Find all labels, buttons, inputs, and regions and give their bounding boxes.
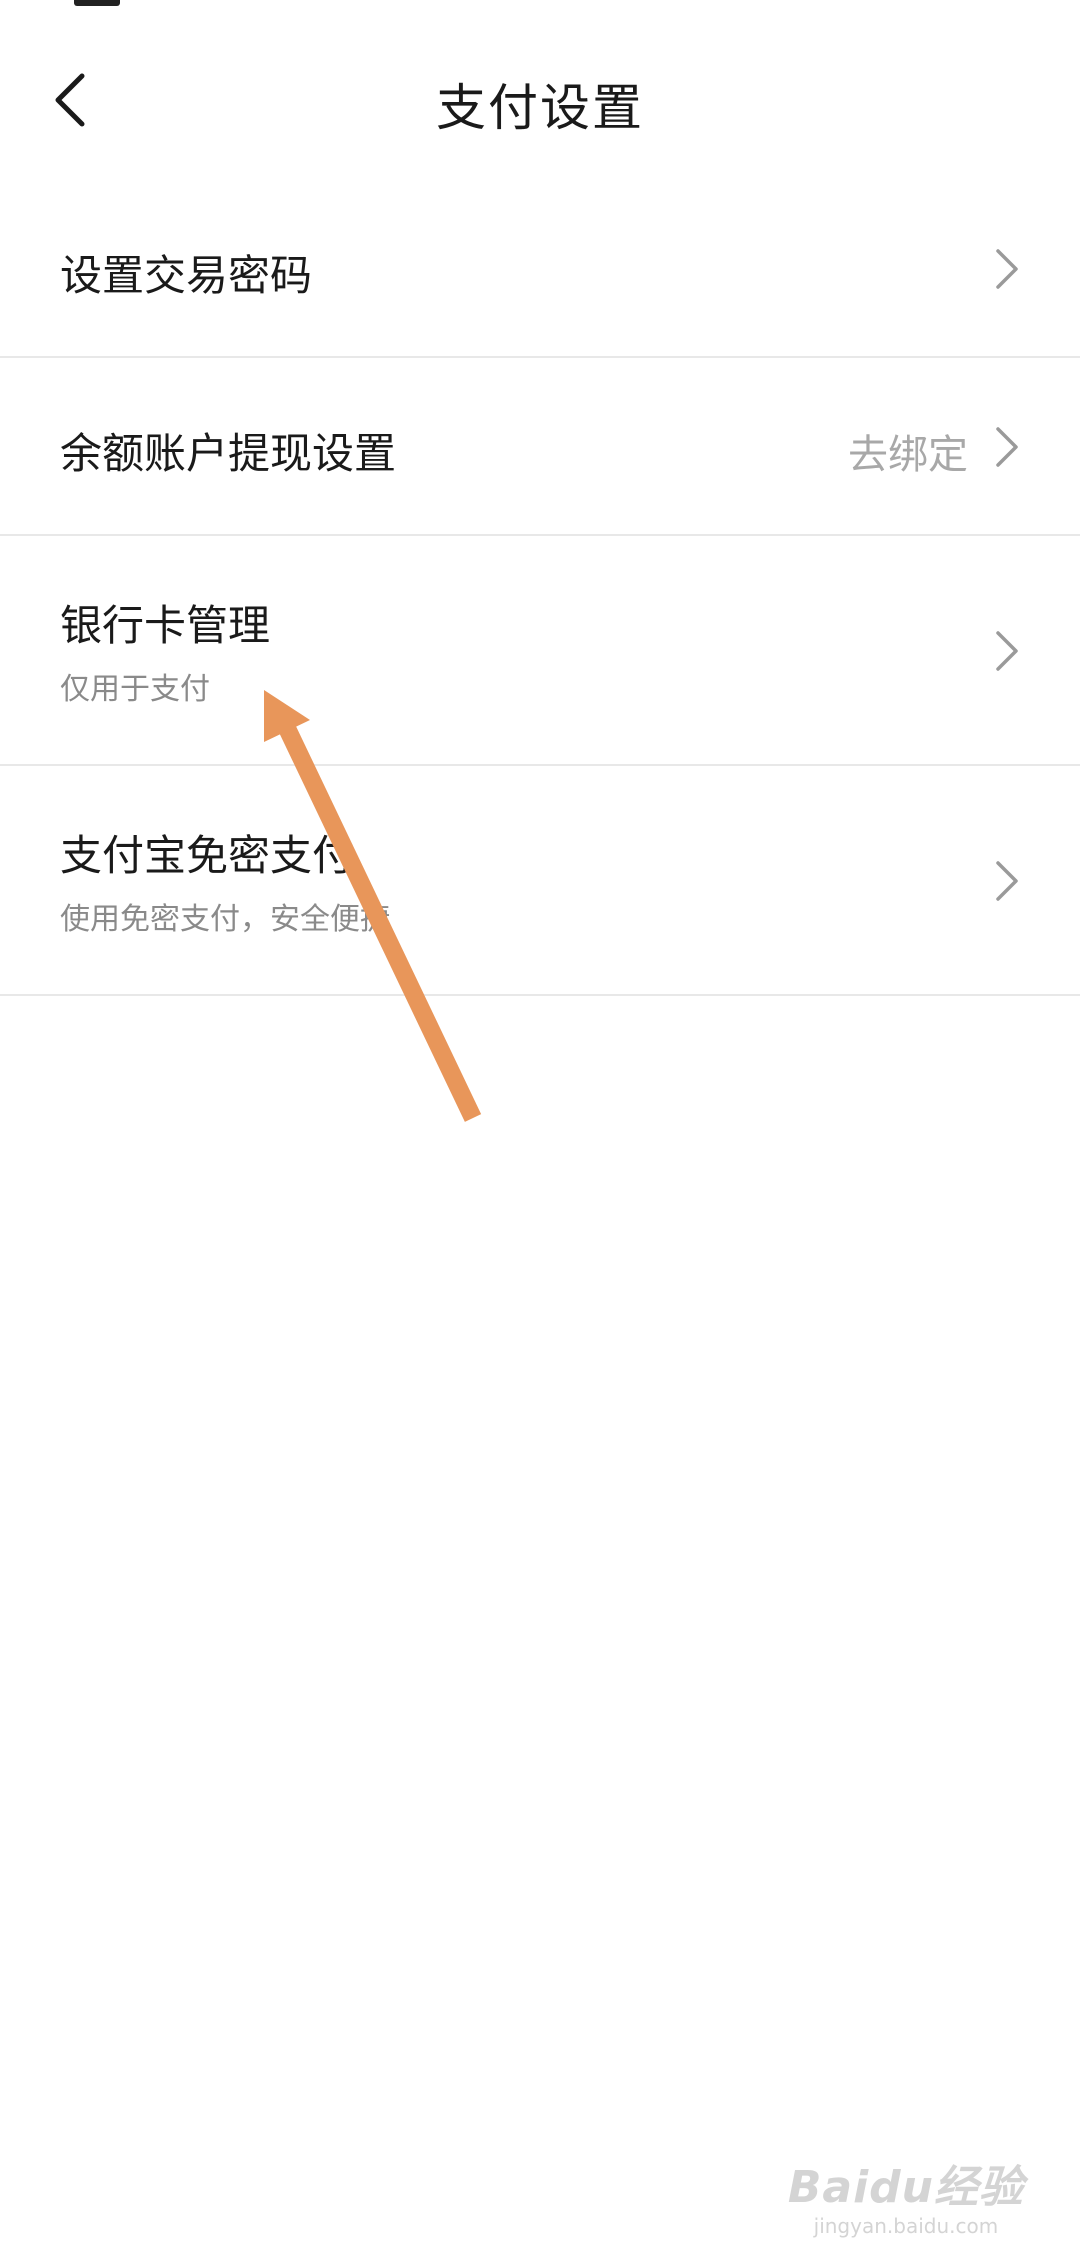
chevron-right-icon (996, 861, 1018, 901)
setting-row-alipay-no-password[interactable]: 支付宝免密支付 使用免密支付，安全便捷 (0, 766, 1080, 996)
watermark-logo: Baidu经验 (787, 2162, 1024, 2213)
setting-row-title: 支付宝免密支付 (60, 831, 355, 880)
setting-row-title: 设置交易密码 (60, 251, 313, 300)
watermark-url: jingyan.baidu.com (813, 2214, 999, 2238)
chevron-right-icon (996, 631, 1018, 671)
watermark: Baidu经验 jingyan.baidu.com (787, 2162, 1024, 2239)
setting-row-title: 银行卡管理 (60, 601, 271, 650)
setting-row-value: 去绑定 (848, 432, 968, 478)
status-bar-fragment (74, 0, 120, 6)
settings-list: 设置交易密码 余额账户提现设置 去绑定 银行卡管理 仅用于支付 支付宝免密支付 … (0, 180, 1080, 996)
chevron-right-icon (996, 427, 1018, 467)
setting-row-balance-withdraw[interactable]: 余额账户提现设置 去绑定 (0, 358, 1080, 536)
chevron-right-icon (996, 249, 1018, 289)
setting-row-title: 余额账户提现设置 (60, 429, 397, 478)
setting-row-subtitle: 仅用于支付 (60, 672, 210, 707)
page-title: 支付设置 (436, 79, 644, 137)
header: 支付设置 (0, 30, 1080, 170)
setting-row-transaction-password[interactable]: 设置交易密码 (0, 180, 1080, 358)
setting-row-bank-card[interactable]: 银行卡管理 仅用于支付 (0, 536, 1080, 766)
setting-row-subtitle: 使用免密支付，安全便捷 (60, 902, 390, 937)
